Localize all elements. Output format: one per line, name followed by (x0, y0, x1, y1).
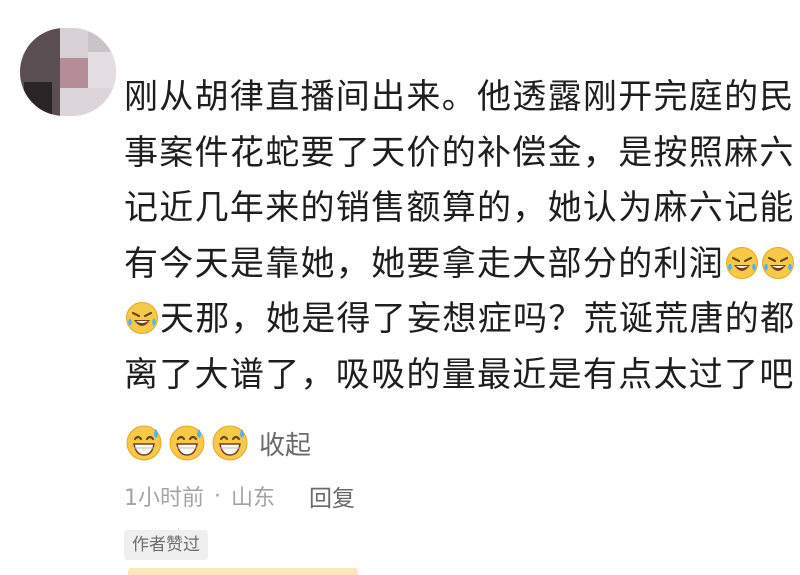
grin-sweat-emoji-icon (126, 425, 162, 461)
meta-separator: · (214, 483, 221, 509)
grin-sweat-emoji-icon (169, 425, 205, 461)
avatar[interactable] (20, 28, 116, 116)
comment-line: 离了大谱了，吸吸的量最近是有点太过了吧 (124, 354, 795, 395)
comment-time: 1小时前 (124, 486, 204, 511)
next-comment-peek (128, 568, 358, 575)
comment-location: 山东 (231, 486, 276, 511)
reply-button[interactable]: 回复 (309, 479, 355, 513)
comment-text: 刚从胡律直播间出来。他透露刚开完庭的民 事案件花蛇要了天价的补偿金，是按照麻六 … (124, 70, 795, 403)
rofl-emoji-icon (126, 302, 158, 334)
comment-line: 天那，她是得了妄想症吗？荒诞荒唐的都 (124, 292, 794, 348)
grin-sweat-emoji-icon (212, 425, 248, 461)
rofl-emoji-icon (726, 246, 759, 279)
collapse-row: 收起 (124, 422, 311, 464)
comment-line: 记近几年来的销售额算的，她认为麻六记能 (124, 188, 795, 228)
rofl-emoji-icon (762, 246, 795, 279)
collapse-button[interactable]: 收起 (259, 425, 311, 462)
comment-meta: 1小时前 · 山东 回复 (124, 478, 355, 514)
comment-line: 有今天是靠她，她要拿走大部分的利润 (124, 237, 795, 293)
comment-line: 刚从胡律直播间出来。他透露刚开完庭的民 (124, 77, 795, 117)
comment-line: 事案件花蛇要了天价的补偿金，是按照麻六 (124, 132, 795, 173)
author-liked-badge: 作者赞过 (124, 530, 208, 560)
